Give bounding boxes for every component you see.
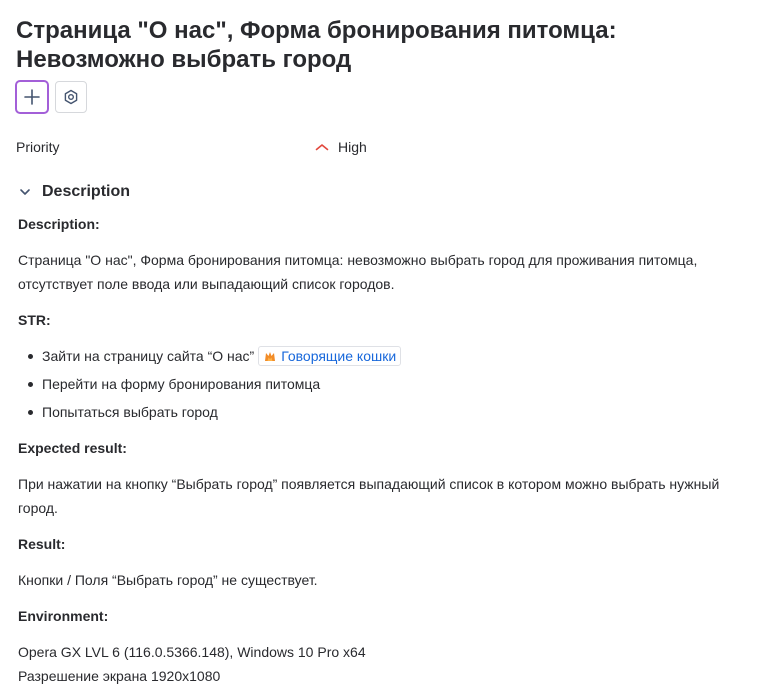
result-text: Кнопки / Поля “Выбрать город” не существ… xyxy=(18,572,318,588)
issue-toolbar xyxy=(15,80,87,114)
chevron-down-icon xyxy=(20,189,30,195)
cat-paws-icon xyxy=(265,352,276,361)
result-heading: Result: xyxy=(18,536,66,552)
expected-result-heading: Expected result: xyxy=(18,440,127,456)
priority-field: Priority High xyxy=(16,137,756,157)
str-steps-list: Зайти на страницу сайта “О нас” Говорящи… xyxy=(18,342,402,426)
add-button[interactable] xyxy=(15,80,49,114)
plus-icon xyxy=(24,89,40,105)
issue-title[interactable]: Страница "О нас", Форма бронирования пит… xyxy=(16,16,756,74)
description-heading: Description: xyxy=(18,216,100,232)
description-section-title: Description xyxy=(42,183,131,200)
environment-line-2: Разрешение экрана 1920x1080 xyxy=(18,668,221,684)
step-text: Перейти на форму бронирования питомца xyxy=(42,376,321,392)
description-section-toggle[interactable]: Description xyxy=(18,183,130,201)
priority-value-container[interactable]: High xyxy=(314,137,367,157)
priority-value: High xyxy=(338,139,367,155)
step-text: Зайти на страницу сайта “О нас” xyxy=(42,348,255,364)
list-item: Перейти на форму бронирования питомца xyxy=(18,370,401,398)
issue-title-line-1: Страница "О нас", Форма бронирования пит… xyxy=(16,17,617,44)
expected-result-text: При нажатии на кнопку “Выбрать город” по… xyxy=(18,476,720,516)
str-heading: STR: xyxy=(18,312,51,328)
list-item: Зайти на страницу сайта “О нас” Говорящи… xyxy=(18,342,402,370)
chevron-up-icon xyxy=(315,144,329,151)
environment-heading: Environment: xyxy=(18,608,109,624)
smart-link-talking-cats[interactable]: Говорящие кошки xyxy=(258,346,402,366)
smart-link-text: Говорящие кошки xyxy=(281,348,397,364)
environment-line-1: Opera GX LVL 6 (116.0.5366.148), Windows… xyxy=(18,644,366,660)
issue-title-line-2: Невозможно выбрать город xyxy=(16,46,352,73)
description-text: Страница "О нас", Форма бронирования пит… xyxy=(18,252,698,292)
hexagon-settings-icon xyxy=(64,89,78,105)
priority-label: Priority xyxy=(16,139,60,155)
settings-button[interactable] xyxy=(55,81,87,113)
step-text: Попытаться выбрать город xyxy=(42,404,218,420)
list-item: Попытаться выбрать город xyxy=(18,398,401,426)
